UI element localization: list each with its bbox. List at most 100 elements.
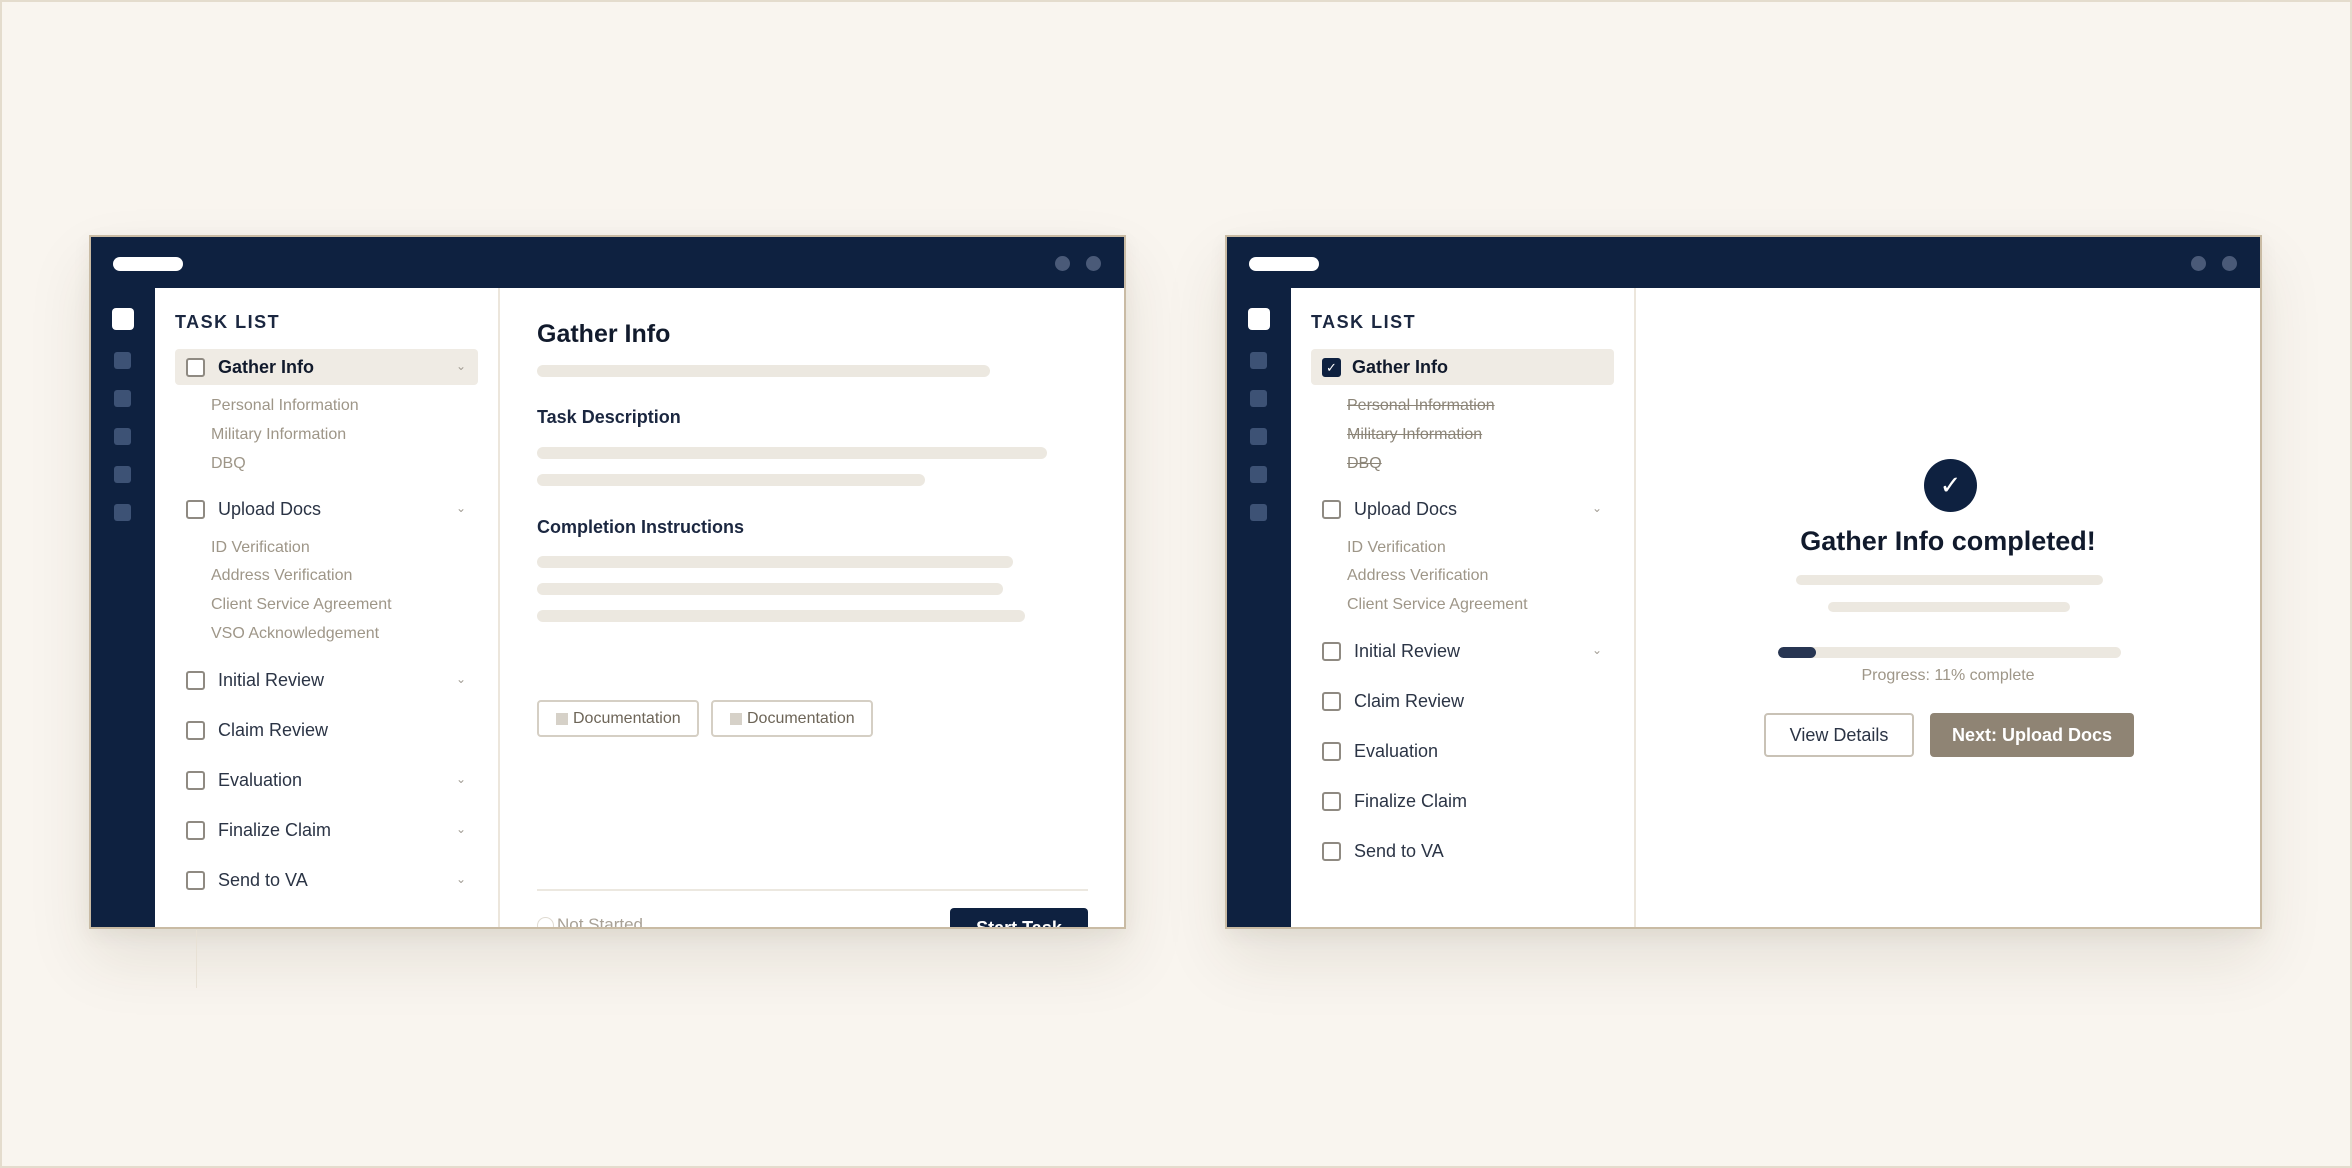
task-checkbox[interactable]: [186, 870, 205, 890]
chevron-down-icon[interactable]: ⌄: [456, 359, 466, 373]
task-checkbox[interactable]: [1322, 499, 1341, 519]
chevron-down-icon[interactable]: ⌄: [456, 872, 466, 886]
task-upload-docs[interactable]: Upload Docs ⌄: [1311, 491, 1614, 527]
start-task-button[interactable]: Start Task: [950, 908, 1088, 927]
placeholder-text-line: [537, 556, 1013, 568]
task-gather-info[interactable]: Gather Info ⌄: [175, 349, 478, 385]
title-bar-pill: [113, 257, 183, 271]
nav-rail-item[interactable]: [1250, 428, 1267, 445]
nav-rail-item-active[interactable]: [112, 308, 134, 330]
task-label: Gather Info: [218, 356, 315, 377]
nav-rail-item[interactable]: [114, 428, 131, 445]
task-claim-review[interactable]: Claim Review: [1311, 683, 1614, 719]
task-upload-docs[interactable]: Upload Docs ⌄: [175, 491, 478, 527]
subtask-item-completed[interactable]: Personal Information: [1347, 397, 1495, 415]
task-label: Evaluation: [218, 769, 303, 790]
task-checkbox[interactable]: [186, 357, 205, 377]
placeholder-text-line: [537, 365, 990, 377]
decorative-line: [196, 930, 197, 988]
task-checkbox[interactable]: [186, 499, 205, 519]
subtask-item[interactable]: Address Verification: [1347, 567, 1488, 585]
nav-rail-item[interactable]: [1250, 466, 1267, 483]
subtask-item[interactable]: Military Information: [211, 426, 346, 444]
task-list-panel: TASK LIST ✓ Gather Info Personal Informa…: [1291, 288, 1636, 927]
task-send-to-va[interactable]: Send to VA: [1311, 833, 1614, 869]
task-finalize-claim[interactable]: Finalize Claim: [1311, 783, 1614, 819]
task-label: Finalize Claim: [218, 819, 332, 840]
task-evaluation[interactable]: Evaluation ⌄: [175, 762, 478, 798]
task-label: Finalize Claim: [1354, 790, 1468, 811]
nav-rail-item[interactable]: [114, 352, 131, 369]
subtask-item-completed[interactable]: DBQ: [1347, 455, 1382, 473]
task-checkbox[interactable]: [186, 720, 205, 740]
checkbox-checked-icon[interactable]: ✓: [1322, 357, 1341, 377]
subtask-item-completed[interactable]: Military Information: [1347, 426, 1482, 444]
task-checkbox[interactable]: [1322, 841, 1341, 861]
window-control-dot[interactable]: [1055, 256, 1070, 271]
documentation-chip[interactable]: Documentation: [537, 700, 699, 737]
view-details-button[interactable]: View Details: [1764, 713, 1914, 757]
page-title: Gather Info: [537, 320, 671, 348]
subtask-item[interactable]: Personal Information: [211, 397, 359, 415]
placeholder-text-line: [537, 474, 925, 486]
nav-rail-item[interactable]: [114, 390, 131, 407]
task-initial-review[interactable]: Initial Review ⌄: [1311, 633, 1614, 669]
chevron-down-icon[interactable]: ⌄: [456, 822, 466, 836]
subtask-item[interactable]: Address Verification: [211, 567, 352, 585]
subtask-item[interactable]: DBQ: [211, 455, 246, 473]
nav-rail-item[interactable]: [1250, 352, 1267, 369]
title-bar: [91, 237, 1124, 288]
subtask-item[interactable]: Client Service Agreement: [1347, 596, 1528, 614]
documentation-chip[interactable]: Documentation: [711, 700, 873, 737]
nav-rail-item[interactable]: [1250, 390, 1267, 407]
task-checkbox[interactable]: [186, 770, 205, 790]
placeholder-text-line: [537, 447, 1047, 459]
nav-rail: [1227, 288, 1291, 927]
task-label: Initial Review: [218, 669, 325, 690]
task-label: Claim Review: [1354, 690, 1465, 711]
progress-bar-fill: [1778, 647, 1816, 658]
task-initial-review[interactable]: Initial Review ⌄: [175, 662, 478, 698]
chevron-down-icon[interactable]: ⌄: [456, 501, 466, 515]
task-label: Upload Docs: [1354, 498, 1458, 519]
nav-rail-item[interactable]: [1250, 504, 1267, 521]
divider: [537, 889, 1088, 891]
task-list-panel: TASK LIST Gather Info ⌄ Personal Informa…: [155, 288, 500, 927]
placeholder-text-line: [1796, 575, 2103, 585]
task-checkbox[interactable]: [1322, 641, 1341, 661]
status-text: Not Started: [557, 915, 643, 929]
subtask-item[interactable]: ID Verification: [1347, 539, 1446, 557]
completion-panel: ✓ Gather Info completed! Progress: 11% c…: [1636, 288, 2260, 927]
task-checkbox[interactable]: [1322, 691, 1341, 711]
next-upload-docs-button[interactable]: Next: Upload Docs: [1930, 713, 2134, 757]
task-gather-info[interactable]: ✓ Gather Info: [1311, 349, 1614, 385]
nav-rail-item[interactable]: [114, 504, 131, 521]
task-claim-review[interactable]: Claim Review: [175, 712, 478, 748]
subtask-item[interactable]: ID Verification: [211, 539, 310, 557]
window-control-dot[interactable]: [1086, 256, 1101, 271]
task-checkbox[interactable]: [186, 670, 205, 690]
window-control-dot[interactable]: [2222, 256, 2237, 271]
nav-rail-item-active[interactable]: [1248, 308, 1270, 330]
chevron-down-icon[interactable]: ⌄: [456, 672, 466, 686]
nav-rail-item[interactable]: [114, 466, 131, 483]
task-detail-panel: Gather Info Task Description Completion …: [500, 288, 1124, 927]
task-checkbox[interactable]: [1322, 741, 1341, 761]
task-label: Initial Review: [1354, 640, 1461, 661]
chevron-down-icon[interactable]: ⌄: [1592, 501, 1602, 515]
task-finalize-claim[interactable]: Finalize Claim ⌄: [175, 812, 478, 848]
task-checkbox[interactable]: [186, 820, 205, 840]
placeholder-text-line: [537, 583, 1003, 595]
placeholder-text-line: [537, 610, 1025, 622]
task-send-to-va[interactable]: Send to VA ⌄: [175, 862, 478, 898]
progress-bar: [1778, 647, 2121, 658]
subtask-item[interactable]: VSO Acknowledgement: [211, 625, 379, 643]
window-control-dot[interactable]: [2191, 256, 2206, 271]
chevron-down-icon[interactable]: ⌄: [1592, 643, 1602, 657]
placeholder-text-line: [1828, 602, 2070, 612]
task-evaluation[interactable]: Evaluation: [1311, 733, 1614, 769]
task-checkbox[interactable]: [1322, 791, 1341, 811]
title-bar-pill: [1249, 257, 1319, 271]
subtask-item[interactable]: Client Service Agreement: [211, 596, 392, 614]
chevron-down-icon[interactable]: ⌄: [456, 772, 466, 786]
